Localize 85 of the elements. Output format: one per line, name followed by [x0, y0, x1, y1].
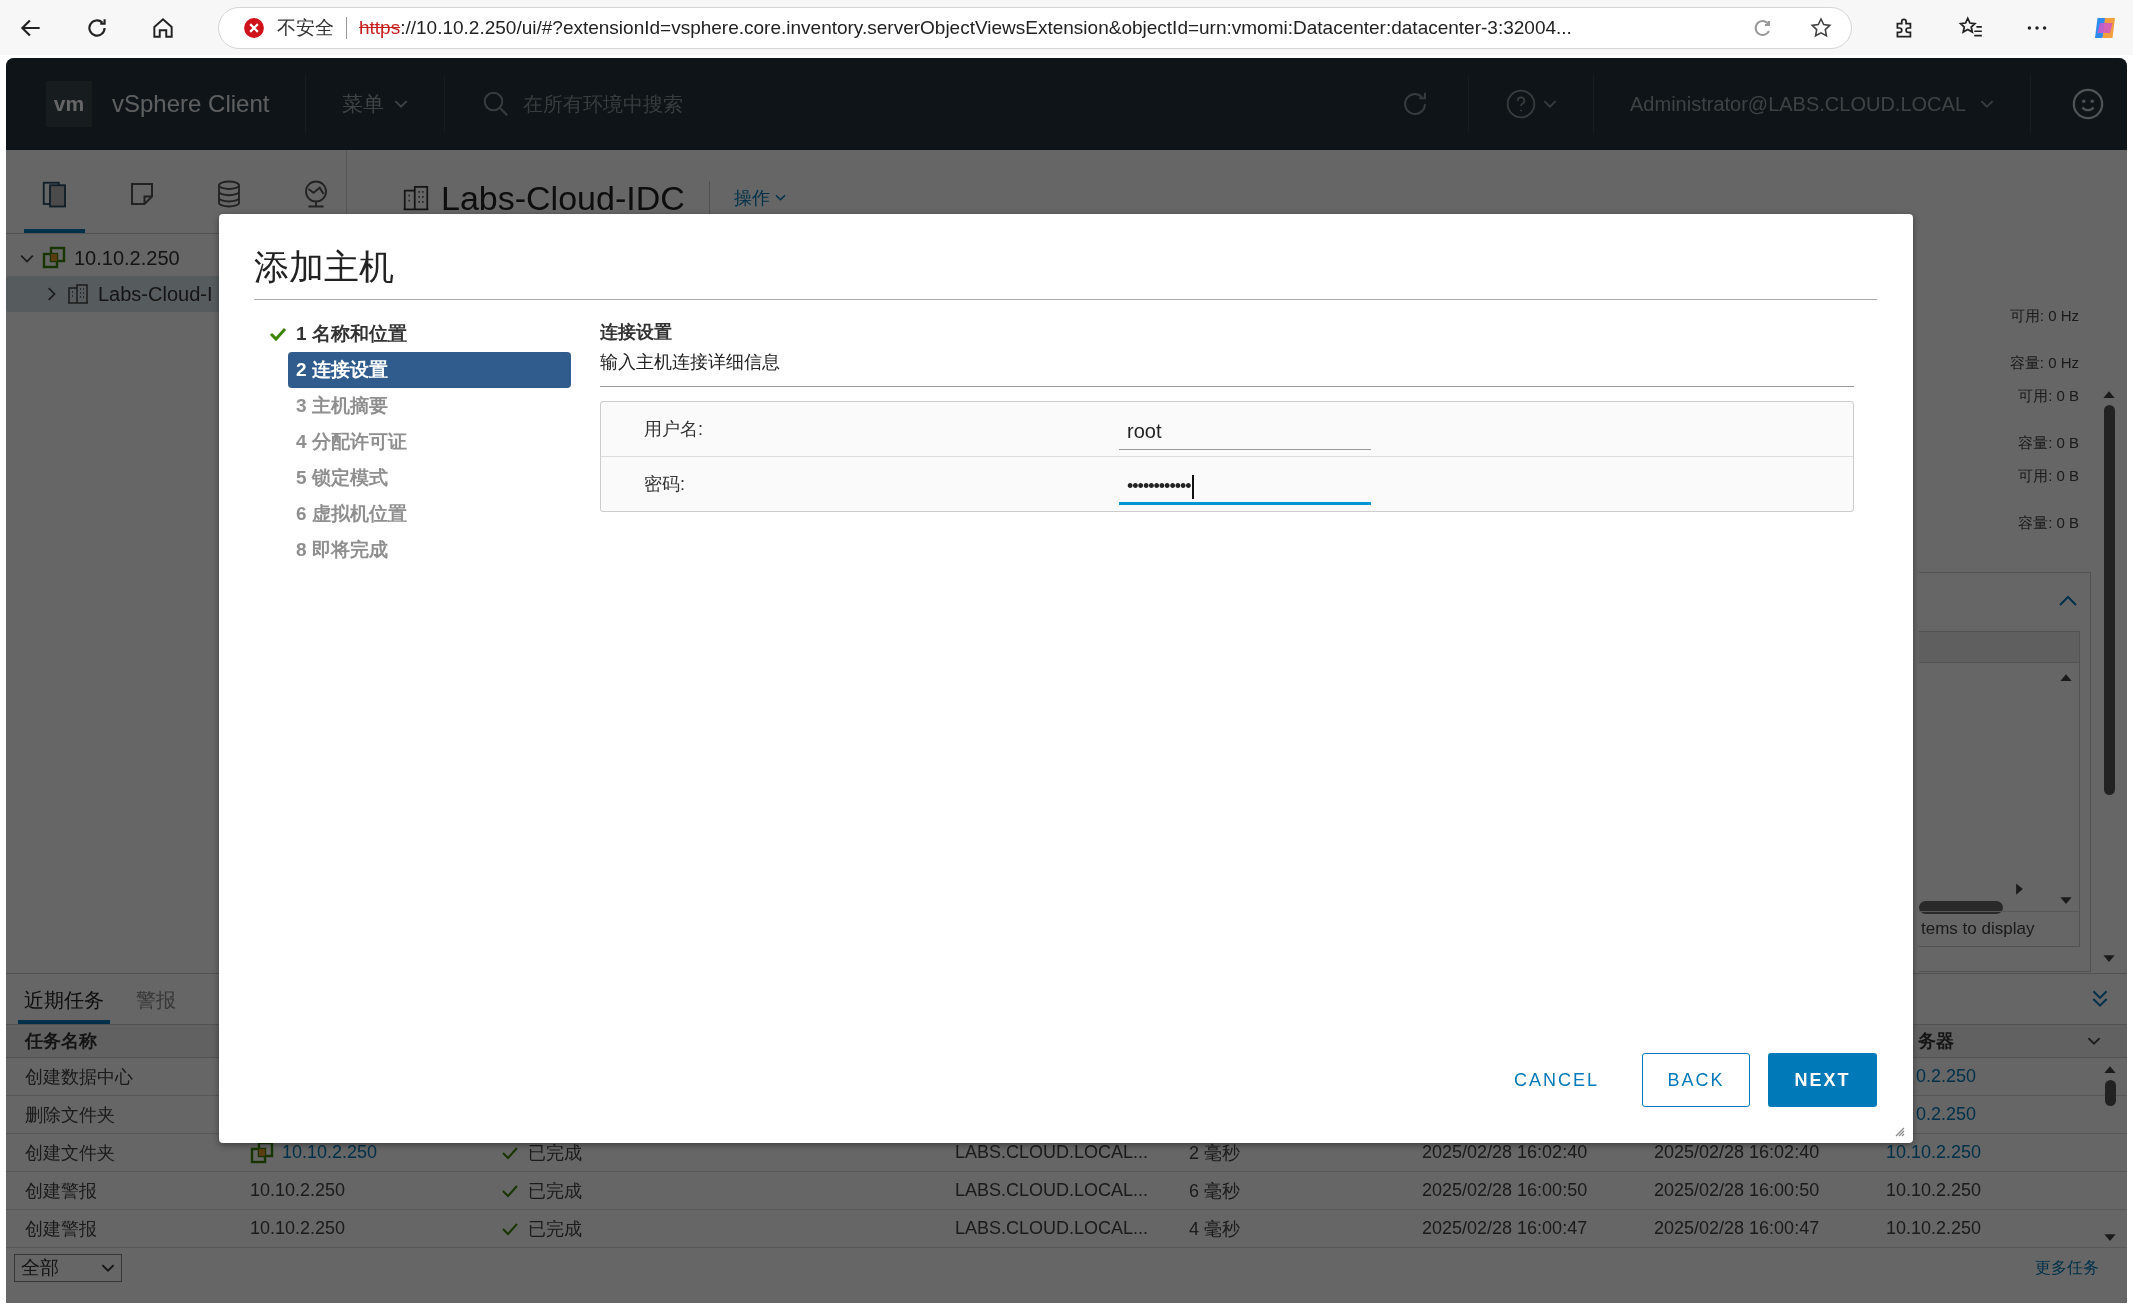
more-tasks-link[interactable]: 更多任务 [2035, 1257, 2099, 1279]
caret-icon [394, 99, 409, 109]
status-text: 已完成 [528, 1217, 582, 1241]
building-icon [401, 183, 431, 213]
table-cell: 2025/02/28 16:00:50 [1654, 1180, 1820, 1201]
address-bar[interactable]: 不安全 https://10.10.2.250/ui/#?extensionId=vsphere.core.inventory.serverObjectViewsExtension&objectId=urn:vmomi:Datacenter:datacenter-3:32004... [218, 6, 1852, 49]
scroll-down-icon[interactable] [2102, 954, 2116, 963]
scrollbar-thumb[interactable] [2104, 1080, 2116, 1106]
app-logo[interactable]: vm [46, 81, 92, 127]
table-cell: 10.10.2.250 [1886, 1218, 1982, 1239]
status-text: 已完成 [528, 1179, 582, 1203]
wizard-step[interactable]: 4 分配许可证 [296, 424, 571, 460]
wizard-step[interactable]: 6 虚拟机位置 [296, 496, 571, 532]
scroll-up-icon[interactable] [2103, 1065, 2117, 1074]
caret-icon [101, 1263, 115, 1273]
datacenter-icon [250, 1140, 274, 1165]
table-cell: LABS.CLOUD.LOCAL... [955, 1180, 1149, 1201]
table-footer-text: tems to display [1921, 919, 2035, 939]
table-cell-text: 创建文件夹 [25, 1141, 116, 1165]
summary-value: 容量: 0 B [2018, 513, 2079, 533]
scroll-up-icon[interactable] [2059, 673, 2073, 682]
product-name[interactable]: vSphere Client [112, 90, 270, 118]
building-icon [66, 282, 90, 306]
warning-icon [243, 16, 265, 39]
wizard-step[interactable]: 5 锁定模式 [296, 460, 571, 496]
table-cell: 2025/02/28 16:02:40 [1654, 1142, 1820, 1163]
server-link[interactable]: 0.2.250 [1916, 1066, 1977, 1087]
next-button[interactable]: NEXT [1768, 1053, 1877, 1107]
section-subtitle: 输入主机连接详细信息 [600, 350, 1854, 387]
resize-grip-icon[interactable] [1893, 1125, 1905, 1137]
help-icon[interactable] [1505, 88, 1538, 120]
chevron-up-icon[interactable] [2058, 595, 2078, 607]
wizard-step[interactable]: 2 连接设置 [288, 352, 571, 388]
table-cell: 2025/02/28 16:02:40 [1422, 1142, 1588, 1163]
server-link[interactable]: 10.10.2.250 [1886, 1142, 1982, 1163]
caret-icon [774, 194, 786, 202]
table-cell-text: 创建数据中心 [25, 1065, 134, 1089]
target-link[interactable]: 10.10.2.250 [282, 1142, 378, 1163]
summary-value: 容量: 0 Hz [2009, 353, 2079, 373]
caret-icon [1980, 99, 1994, 109]
summary-value: 可用: 0 B [2018, 386, 2079, 406]
caret-icon[interactable] [2087, 1036, 2101, 1046]
dialog-title: 添加主机 [254, 214, 1877, 300]
caret-icon[interactable] [1543, 99, 1558, 109]
scroll-right-icon[interactable] [2015, 882, 2024, 896]
server-link[interactable]: 0.2.250 [1916, 1104, 1977, 1125]
url-text: ://10.10.2.250/ui/#?extensionId=vsphere.core.inventory.serverObjectViewsExtension&objectId=urn:vmomi:Datacenter:datacenter-3:32004... [400, 16, 1572, 39]
smiley-icon[interactable] [2071, 87, 2105, 121]
datacenter-icon [42, 246, 66, 270]
wizard-step[interactable]: 3 主机摘要 [296, 388, 571, 424]
table-cell: 10.10.2.250 [250, 1180, 346, 1201]
security-label: 不安全 [277, 15, 334, 40]
wizard-step[interactable]: 1 名称和位置 [296, 316, 571, 352]
table-cell: 2025/02/28 16:00:47 [1654, 1218, 1820, 1239]
back-button[interactable]: BACK [1642, 1053, 1750, 1107]
scroll-down-icon[interactable] [2103, 1233, 2117, 1242]
tree-item[interactable]: 10.10.2.250 [6, 240, 200, 276]
table-cell: 10.10.2.250 [250, 1218, 346, 1239]
scroll-up-icon[interactable] [2102, 390, 2116, 399]
summary-value: 可用: 0 Hz [2009, 306, 2079, 326]
actions-menu[interactable]: 操作 [733, 186, 786, 210]
summary-value: 可用: 0 B [2018, 466, 2079, 486]
field-label: 用户名: [644, 418, 704, 441]
summary-value: 容量: 0 B [2018, 433, 2079, 453]
table-cell-text: 2 毫秒 [1189, 1141, 1240, 1165]
table-cell-text: 6 毫秒 [1189, 1179, 1240, 1203]
password-field[interactable]: •••••••••••• [1119, 463, 1371, 505]
url-scheme: https [359, 16, 401, 39]
cancel-button[interactable]: CANCEL [1492, 1053, 1620, 1107]
scroll-down-icon[interactable] [2059, 896, 2073, 905]
username-field[interactable]: root [1119, 408, 1371, 450]
table-cell-text: 4 毫秒 [1189, 1217, 1240, 1241]
star-icon[interactable] [1809, 15, 1833, 40]
section-title: 连接设置 [600, 321, 673, 344]
table-cell: 2025/02/28 16:00:50 [1422, 1180, 1588, 1201]
field-label: 密码: [644, 473, 686, 496]
table-cell-text: 删除文件夹 [25, 1103, 116, 1127]
filter-dropdown[interactable]: 全部 [14, 1254, 122, 1282]
status-text: 已完成 [528, 1141, 582, 1165]
table-cell: LABS.CLOUD.LOCAL... [955, 1218, 1149, 1239]
table-cell: 2025/02/28 16:00:47 [1422, 1218, 1588, 1239]
wizard-step[interactable]: 8 即将完成 [296, 532, 571, 568]
table-cell: LABS.CLOUD.LOCAL... [955, 1142, 1149, 1163]
table-cell: 10.10.2.250 [1886, 1180, 1982, 1201]
scrollbar-thumb[interactable] [2103, 405, 2115, 795]
